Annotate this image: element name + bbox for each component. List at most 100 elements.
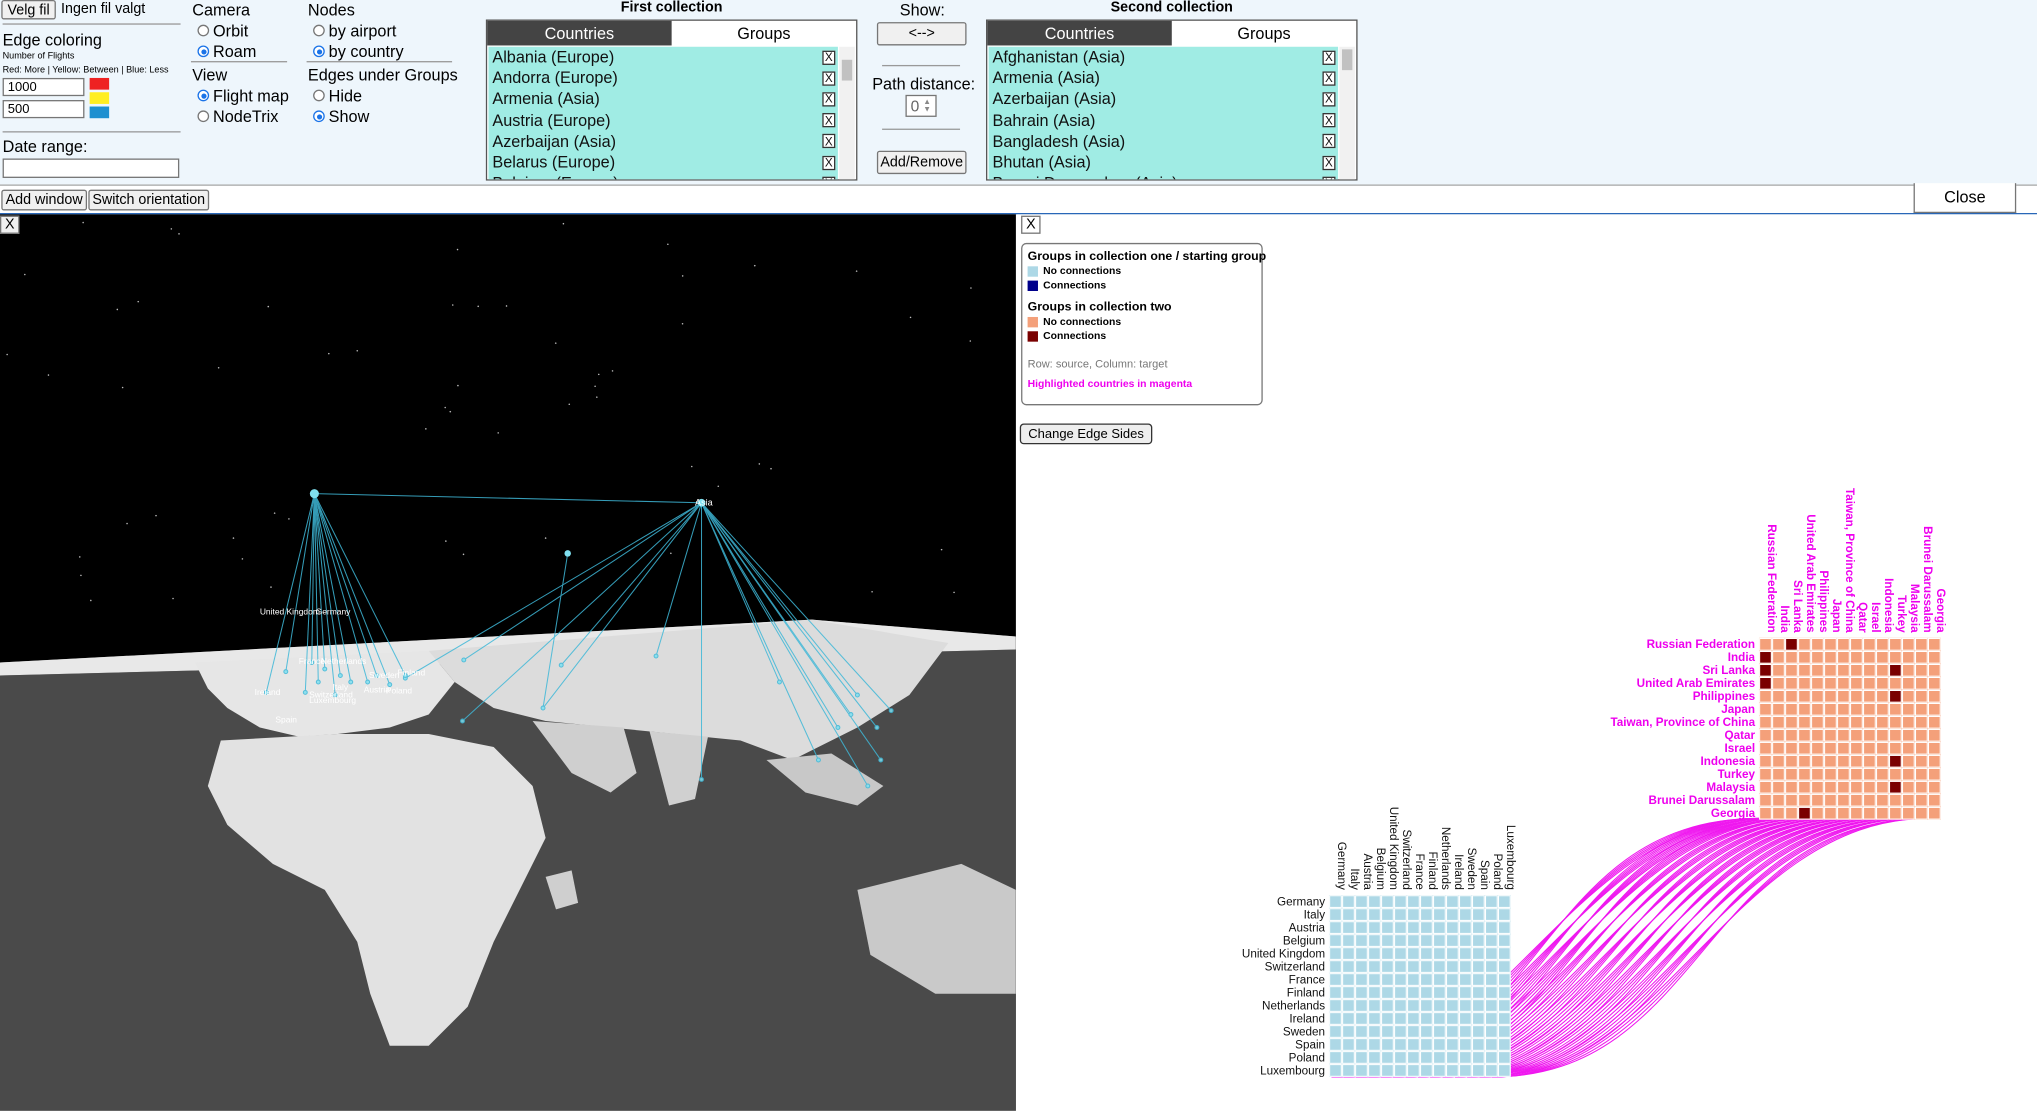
matrix-cell[interactable]	[1497, 960, 1511, 973]
matrix-cell[interactable]	[1902, 767, 1915, 781]
matrix-cell[interactable]	[1915, 793, 1928, 807]
matrix-cell[interactable]	[1355, 908, 1368, 921]
matrix-cell[interactable]	[1785, 728, 1798, 742]
matrix-cell[interactable]	[1889, 728, 1902, 742]
list-item[interactable]: Armenia (Asia) X	[989, 68, 1338, 89]
matrix-cell[interactable]	[1355, 1051, 1368, 1064]
matrix-cell[interactable]	[1863, 767, 1876, 781]
list-item[interactable]: Belgium (Europe) X	[488, 173, 837, 180]
matrix-cell[interactable]	[1863, 793, 1876, 807]
matrix-cell[interactable]	[1433, 921, 1446, 934]
matrix-cell[interactable]	[1407, 986, 1420, 999]
matrix-cell[interactable]	[1485, 960, 1498, 973]
matrix-cell[interactable]	[1889, 689, 1902, 703]
matrix-cell[interactable]	[1472, 908, 1485, 921]
matrix-cell[interactable]	[1902, 650, 1915, 664]
matrix-cell[interactable]	[1863, 663, 1876, 677]
matrix-cell[interactable]	[1342, 934, 1355, 947]
europe-matrix[interactable]: GermanyGermanyItalyItalyAustriaAustriaBe…	[1242, 807, 1517, 1078]
nodetrix-window[interactable]: X Groups in collection one / starting gr…	[1017, 214, 2037, 1111]
matrix-cell[interactable]	[1850, 767, 1863, 781]
matrix-cell[interactable]	[1342, 895, 1355, 908]
matrix-cell[interactable]	[1824, 767, 1837, 781]
matrix-cell[interactable]	[1446, 1064, 1459, 1077]
remove-item-button[interactable]: X	[1322, 71, 1336, 86]
matrix-cell[interactable]	[1394, 1025, 1407, 1038]
matrix-cell[interactable]	[1472, 1025, 1485, 1038]
matrix-cell[interactable]	[1459, 908, 1472, 921]
matrix-cell[interactable]	[1811, 767, 1824, 781]
matrix-cell[interactable]	[1863, 676, 1876, 690]
matrix-cell[interactable]	[1876, 702, 1889, 716]
matrix-cell[interactable]	[1446, 921, 1459, 934]
first-collection-scrollbar[interactable]	[839, 46, 855, 180]
matrix-cell[interactable]	[1394, 947, 1407, 960]
matrix-cell[interactable]	[1394, 1038, 1407, 1051]
matrix-cell[interactable]	[1485, 999, 1498, 1012]
nodes-by-country-radio[interactable]	[313, 45, 325, 58]
matrix-cell[interactable]	[1355, 1025, 1368, 1038]
matrix-cell[interactable]	[1863, 806, 1876, 820]
matrix-cell[interactable]	[1915, 728, 1928, 742]
matrix-cell[interactable]	[1824, 715, 1837, 729]
matrix-cell[interactable]	[1772, 793, 1785, 807]
matrix-cell[interactable]	[1798, 780, 1811, 794]
matrix-cell[interactable]	[1772, 676, 1785, 690]
matrix-cell[interactable]	[1497, 999, 1511, 1012]
matrix-cell[interactable]	[1798, 663, 1811, 677]
matrix-cell[interactable]	[1381, 908, 1394, 921]
remove-item-button[interactable]: X	[822, 71, 836, 86]
matrix-cell[interactable]	[1889, 637, 1902, 651]
matrix-cell[interactable]	[1759, 676, 1772, 690]
airport-node[interactable]	[776, 679, 782, 685]
matrix-cell[interactable]	[1927, 715, 1941, 729]
matrix-cell[interactable]	[1446, 999, 1459, 1012]
add-remove-button[interactable]: Add/Remove	[876, 150, 967, 175]
remove-item-button[interactable]: X	[1322, 113, 1336, 128]
matrix-cell[interactable]	[1355, 986, 1368, 999]
matrix-cell[interactable]	[1850, 637, 1863, 651]
matrix-cell[interactable]	[1446, 908, 1459, 921]
matrix-cell[interactable]	[1407, 999, 1420, 1012]
close-left-window-button[interactable]: X	[0, 215, 20, 234]
matrix-cell[interactable]	[1837, 715, 1850, 729]
matrix-cell[interactable]	[1472, 1012, 1485, 1025]
matrix-cell[interactable]	[1837, 754, 1850, 768]
matrix-cell[interactable]	[1329, 1012, 1342, 1025]
matrix-cell[interactable]	[1889, 715, 1902, 729]
matrix-cell[interactable]	[1759, 637, 1772, 651]
matrix-cell[interactable]	[1915, 741, 1928, 755]
matrix-cell[interactable]	[1798, 741, 1811, 755]
matrix-cell[interactable]	[1927, 754, 1941, 768]
matrix-cell[interactable]	[1876, 767, 1889, 781]
remove-item-button[interactable]: X	[1322, 50, 1336, 65]
matrix-cell[interactable]	[1459, 999, 1472, 1012]
matrix-cell[interactable]	[1407, 895, 1420, 908]
matrix-cell[interactable]	[1785, 780, 1798, 794]
matrix-cell[interactable]	[1355, 1012, 1368, 1025]
matrix-cell[interactable]	[1472, 986, 1485, 999]
matrix-cell[interactable]	[1902, 754, 1915, 768]
matrix-cell[interactable]	[1811, 702, 1824, 716]
matrix-cell[interactable]	[1497, 921, 1511, 934]
matrix-cell[interactable]	[1381, 973, 1394, 986]
matrix-cell[interactable]	[1811, 715, 1824, 729]
matrix-cell[interactable]	[1329, 999, 1342, 1012]
matrix-cell[interactable]	[1394, 960, 1407, 973]
list-item[interactable]: Bangladesh (Asia) X	[989, 131, 1338, 152]
matrix-cell[interactable]	[1394, 973, 1407, 986]
matrix-cell[interactable]	[1381, 1038, 1394, 1051]
matrix-cell[interactable]	[1759, 741, 1772, 755]
matrix-cell[interactable]	[1368, 895, 1381, 908]
matrix-cell[interactable]	[1824, 780, 1837, 794]
matrix-cell[interactable]	[1472, 973, 1485, 986]
matrix-cell[interactable]	[1420, 921, 1433, 934]
matrix-cell[interactable]	[1497, 973, 1511, 986]
matrix-cell[interactable]	[1798, 650, 1811, 664]
matrix-cell[interactable]	[1497, 908, 1511, 921]
matrix-cell[interactable]	[1355, 934, 1368, 947]
airport-node[interactable]	[653, 653, 659, 659]
list-item[interactable]: Albania (Europe) X	[488, 47, 837, 68]
list-item[interactable]: Belarus (Europe) X	[488, 152, 837, 173]
matrix-cell[interactable]	[1824, 637, 1837, 651]
